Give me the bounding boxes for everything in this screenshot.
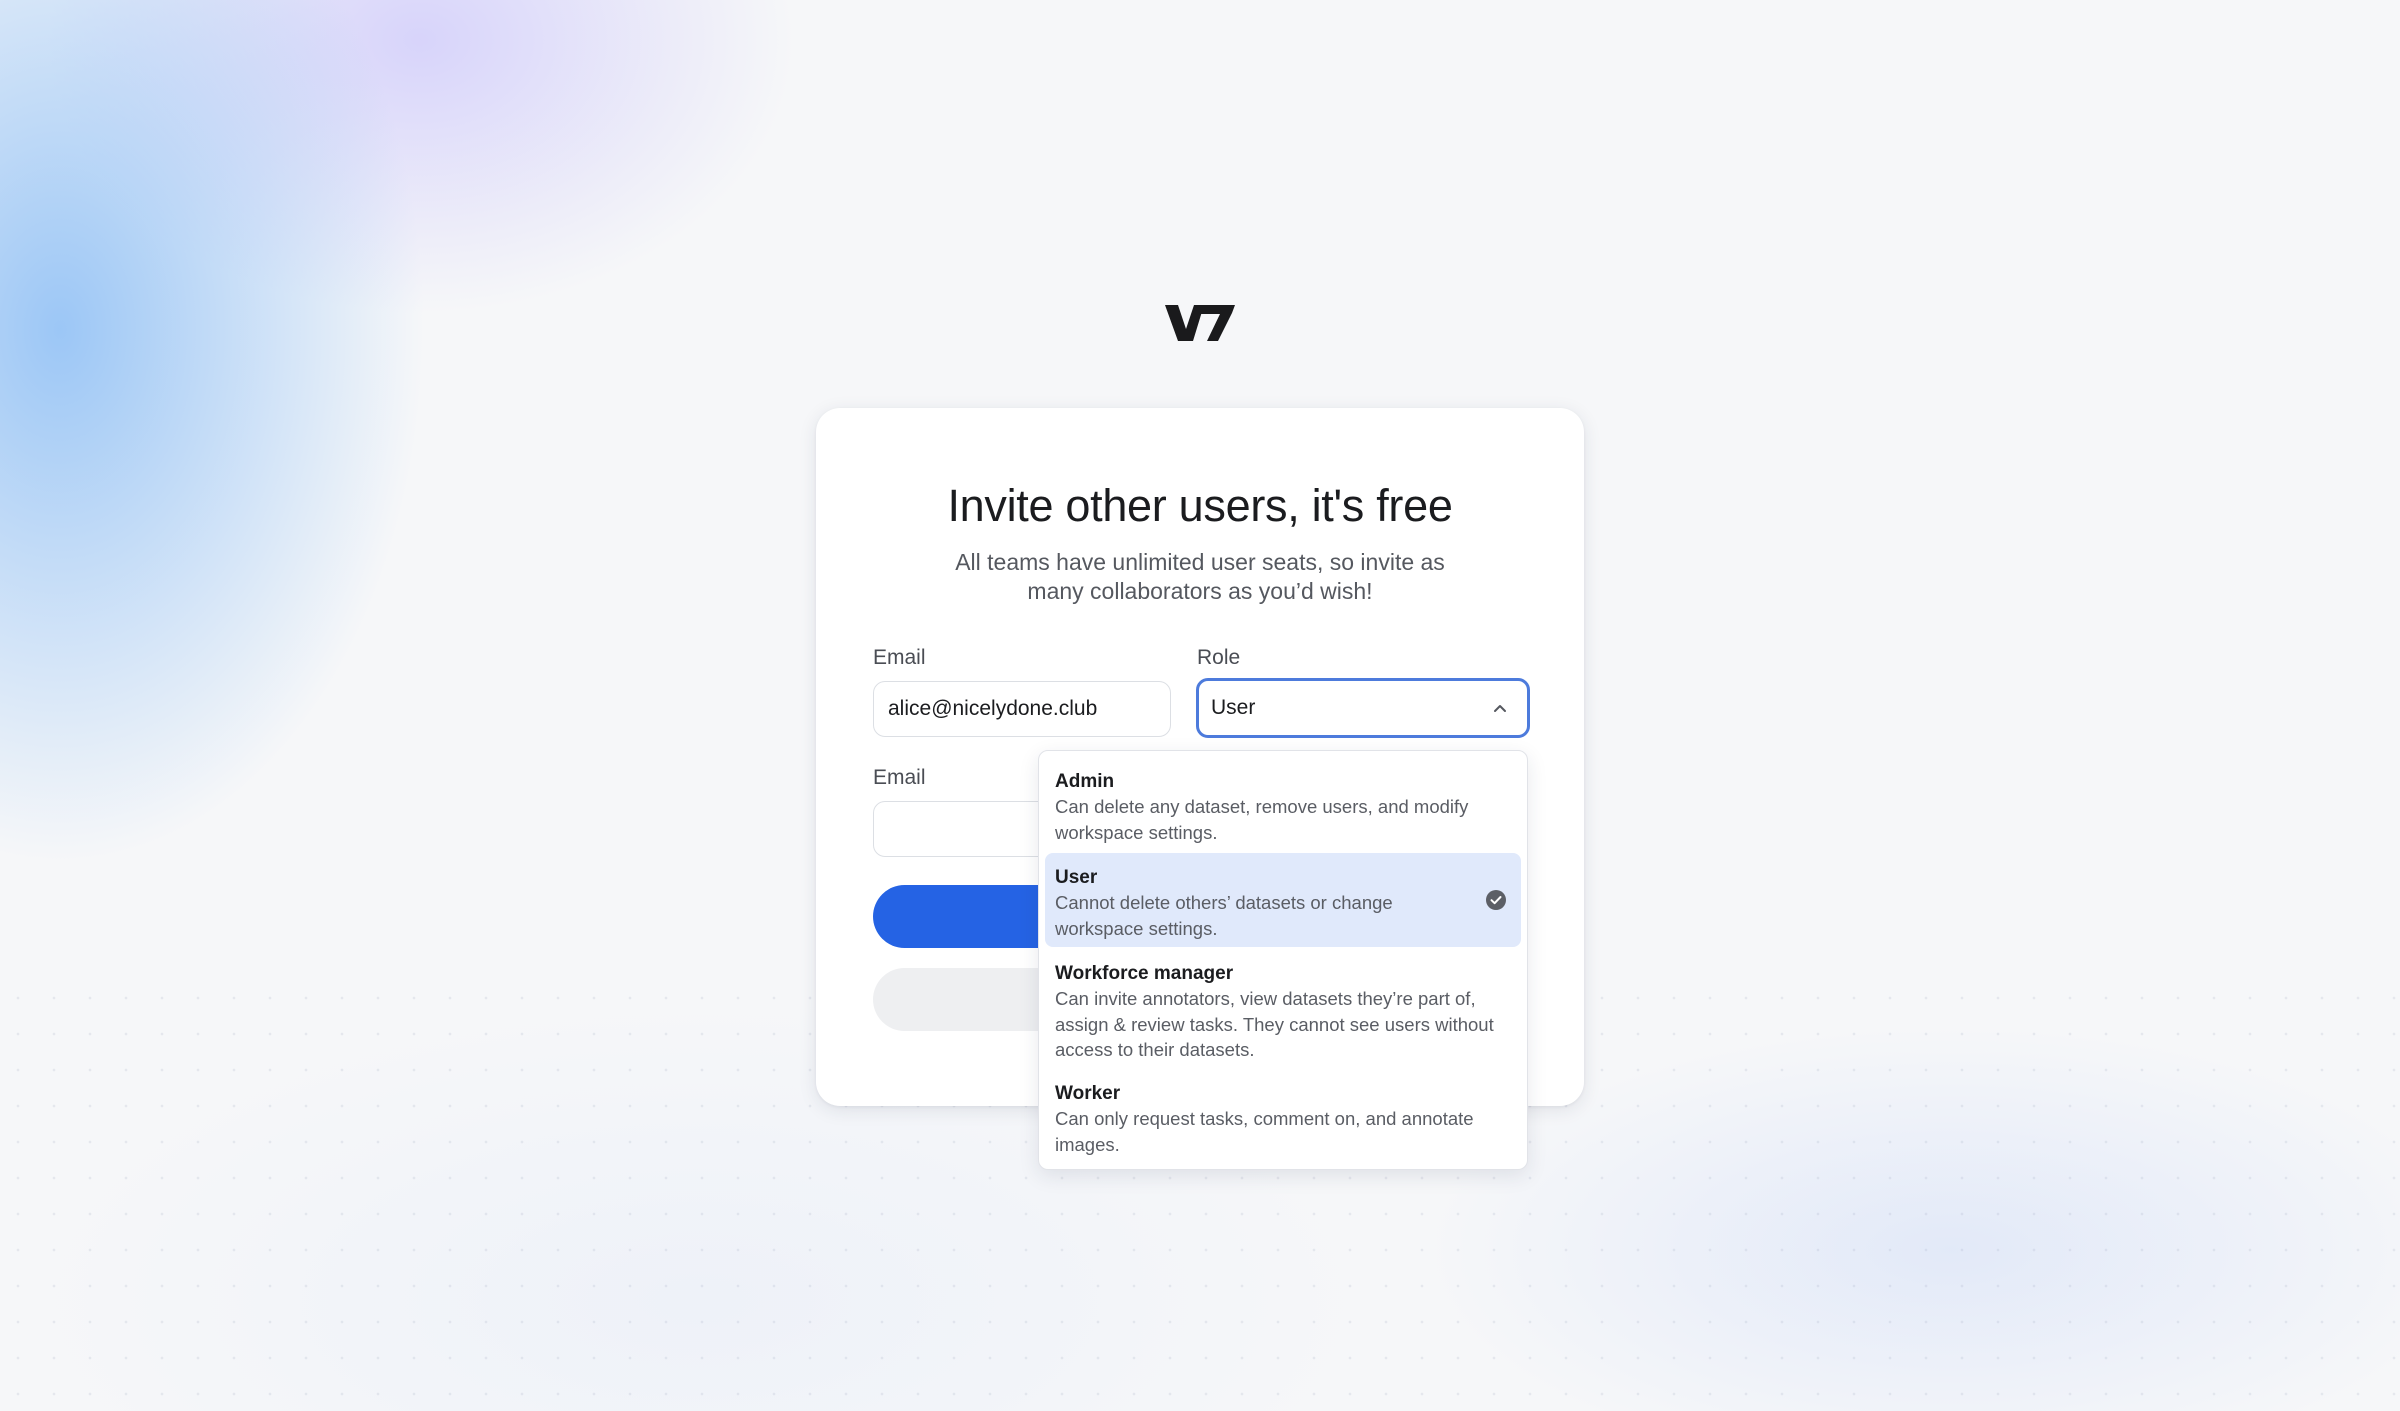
page-title: Invite other users, it's free [947, 480, 1453, 531]
role-option-user[interactable]: User Cannot delete others’ datasets or c… [1045, 853, 1521, 947]
role-option-name: Admin [1055, 771, 1115, 792]
role-option-workforce-manager[interactable]: Workforce manager Can invite annotators,… [1045, 949, 1521, 1067]
role-option-description: Can invite annotators, view datasets the… [1055, 988, 1494, 1060]
role-option-name: Workforce manager [1055, 963, 1234, 984]
role-select[interactable]: User [1196, 678, 1530, 738]
role-option-description: Can only request tasks, comment on, and … [1055, 1108, 1474, 1155]
role-option-admin[interactable]: Admin Can delete any dataset, remove use… [1045, 757, 1521, 849]
email-input[interactable] [873, 681, 1171, 737]
role-label: Role [1197, 646, 1241, 669]
role-select-value: User [1211, 696, 1256, 719]
email-label-2: Email [873, 766, 926, 789]
role-option-description: Cannot delete others’ datasets or change… [1055, 892, 1393, 939]
chevron-up-icon [1494, 705, 1506, 712]
page-subtitle: All teams have unlimited user seats, so … [955, 549, 1445, 604]
email-label: Email [873, 646, 926, 669]
check-circle-icon [1486, 890, 1506, 910]
role-option-name: User [1055, 867, 1098, 888]
role-option-worker[interactable]: Worker Can only request tasks, comment o… [1045, 1069, 1521, 1163]
v7-logo: V7 [1165, 305, 1235, 341]
role-option-description: Can delete any dataset, remove users, an… [1055, 796, 1469, 843]
role-dropdown-menu: Admin Can delete any dataset, remove use… [1038, 750, 1528, 1170]
role-option-name: Worker [1055, 1083, 1121, 1104]
